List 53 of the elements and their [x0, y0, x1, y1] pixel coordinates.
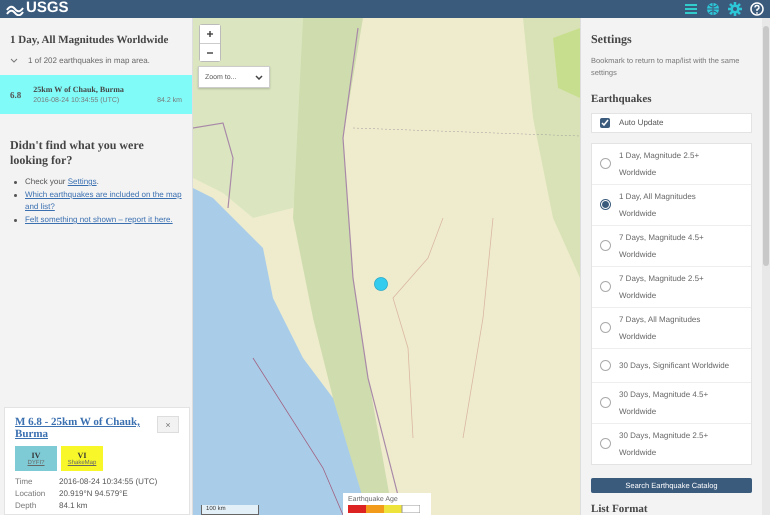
- earthquake-place: 25km W of Chauk, Burma: [33, 85, 125, 94]
- feed-option[interactable]: 30 Days, Magnitude 2.5+ Worldwide: [592, 422, 751, 464]
- radio-button[interactable]: [600, 240, 611, 252]
- radio-button[interactable]: [600, 281, 611, 292]
- earthquake-marker[interactable]: [374, 277, 388, 291]
- event-title-link[interactable]: M 6.8 - 25km W of Chauk, Burma: [15, 416, 155, 440]
- feed-option[interactable]: 7 Days, Magnitude 4.5+ Worldwide: [592, 224, 751, 266]
- close-button[interactable]: ×: [157, 416, 179, 433]
- feed-option[interactable]: 1 Day, All Magnitudes Worldwide: [592, 184, 751, 225]
- earthquakes-heading: Earthquakes: [591, 93, 653, 105]
- field-label: Location: [15, 489, 46, 498]
- radio-button[interactable]: [600, 322, 611, 334]
- map-drawing[interactable]: [193, 18, 580, 515]
- checkbox[interactable]: [600, 118, 610, 128]
- earthquake-count: 1 of 202 earthquakes in map area.: [28, 56, 150, 65]
- bullet-icon: [14, 194, 17, 197]
- radio-button[interactable]: [600, 158, 611, 170]
- field-label: Time: [15, 477, 34, 486]
- scrollbar-thumb[interactable]: [763, 26, 769, 266]
- radio-button[interactable]: [600, 397, 611, 408]
- check-icon: [601, 119, 609, 126]
- radio-button[interactable]: [600, 360, 611, 371]
- magnitude: 6.8: [10, 90, 22, 100]
- feed-option[interactable]: 1 Day, Magnitude 2.5+ Worldwide: [592, 144, 751, 184]
- help-heading: Didn't find what you were looking for?: [10, 138, 145, 168]
- globe-icon[interactable]: [706, 2, 720, 16]
- feed-option[interactable]: 30 Days, Magnitude 4.5+ Worldwide: [592, 382, 751, 423]
- help-link[interactable]: Felt something not shown – report it here.: [25, 214, 173, 226]
- feed-option[interactable]: 7 Days, All Magnitudes Worldwide: [592, 306, 751, 348]
- list-format-heading: List Format: [591, 503, 649, 515]
- auto-update-label: Auto Update: [619, 118, 664, 128]
- list-title: 1 Day, All Magnitudes Worldwide: [10, 34, 170, 46]
- radio-button[interactable]: [600, 438, 611, 450]
- chevron-icon: [255, 74, 263, 80]
- feed-option[interactable]: 30 Days, Significant Worldwide: [592, 348, 751, 382]
- settings-heading: Settings: [591, 32, 633, 47]
- help-link[interactable]: Which earthquakes are included on the map and list?: [25, 189, 182, 213]
- help-icon[interactable]: [750, 2, 764, 16]
- feed-option[interactable]: 7 Days, Magnitude 2.5+ Worldwide: [592, 266, 751, 307]
- field-value: 20.919°N 94.579°E: [59, 489, 129, 498]
- field-value: 84.1 km: [59, 501, 88, 510]
- usgs-logo[interactable]: USGS: [26, 0, 69, 16]
- bullet-icon: [14, 219, 17, 222]
- zoom-out-button[interactable]: −: [200, 43, 220, 61]
- field-value: 2016-08-24 10:34:55 (UTC): [59, 477, 158, 486]
- settings-icon[interactable]: [728, 2, 742, 16]
- list-icon[interactable]: [684, 2, 698, 16]
- caret-icon[interactable]: [10, 58, 18, 63]
- help-text: Check your Settings.: [25, 176, 99, 188]
- radio-button[interactable]: [600, 199, 611, 210]
- bullet-icon: [14, 181, 17, 184]
- field-label: Depth: [15, 501, 38, 510]
- help-link[interactable]: Settings: [68, 177, 97, 186]
